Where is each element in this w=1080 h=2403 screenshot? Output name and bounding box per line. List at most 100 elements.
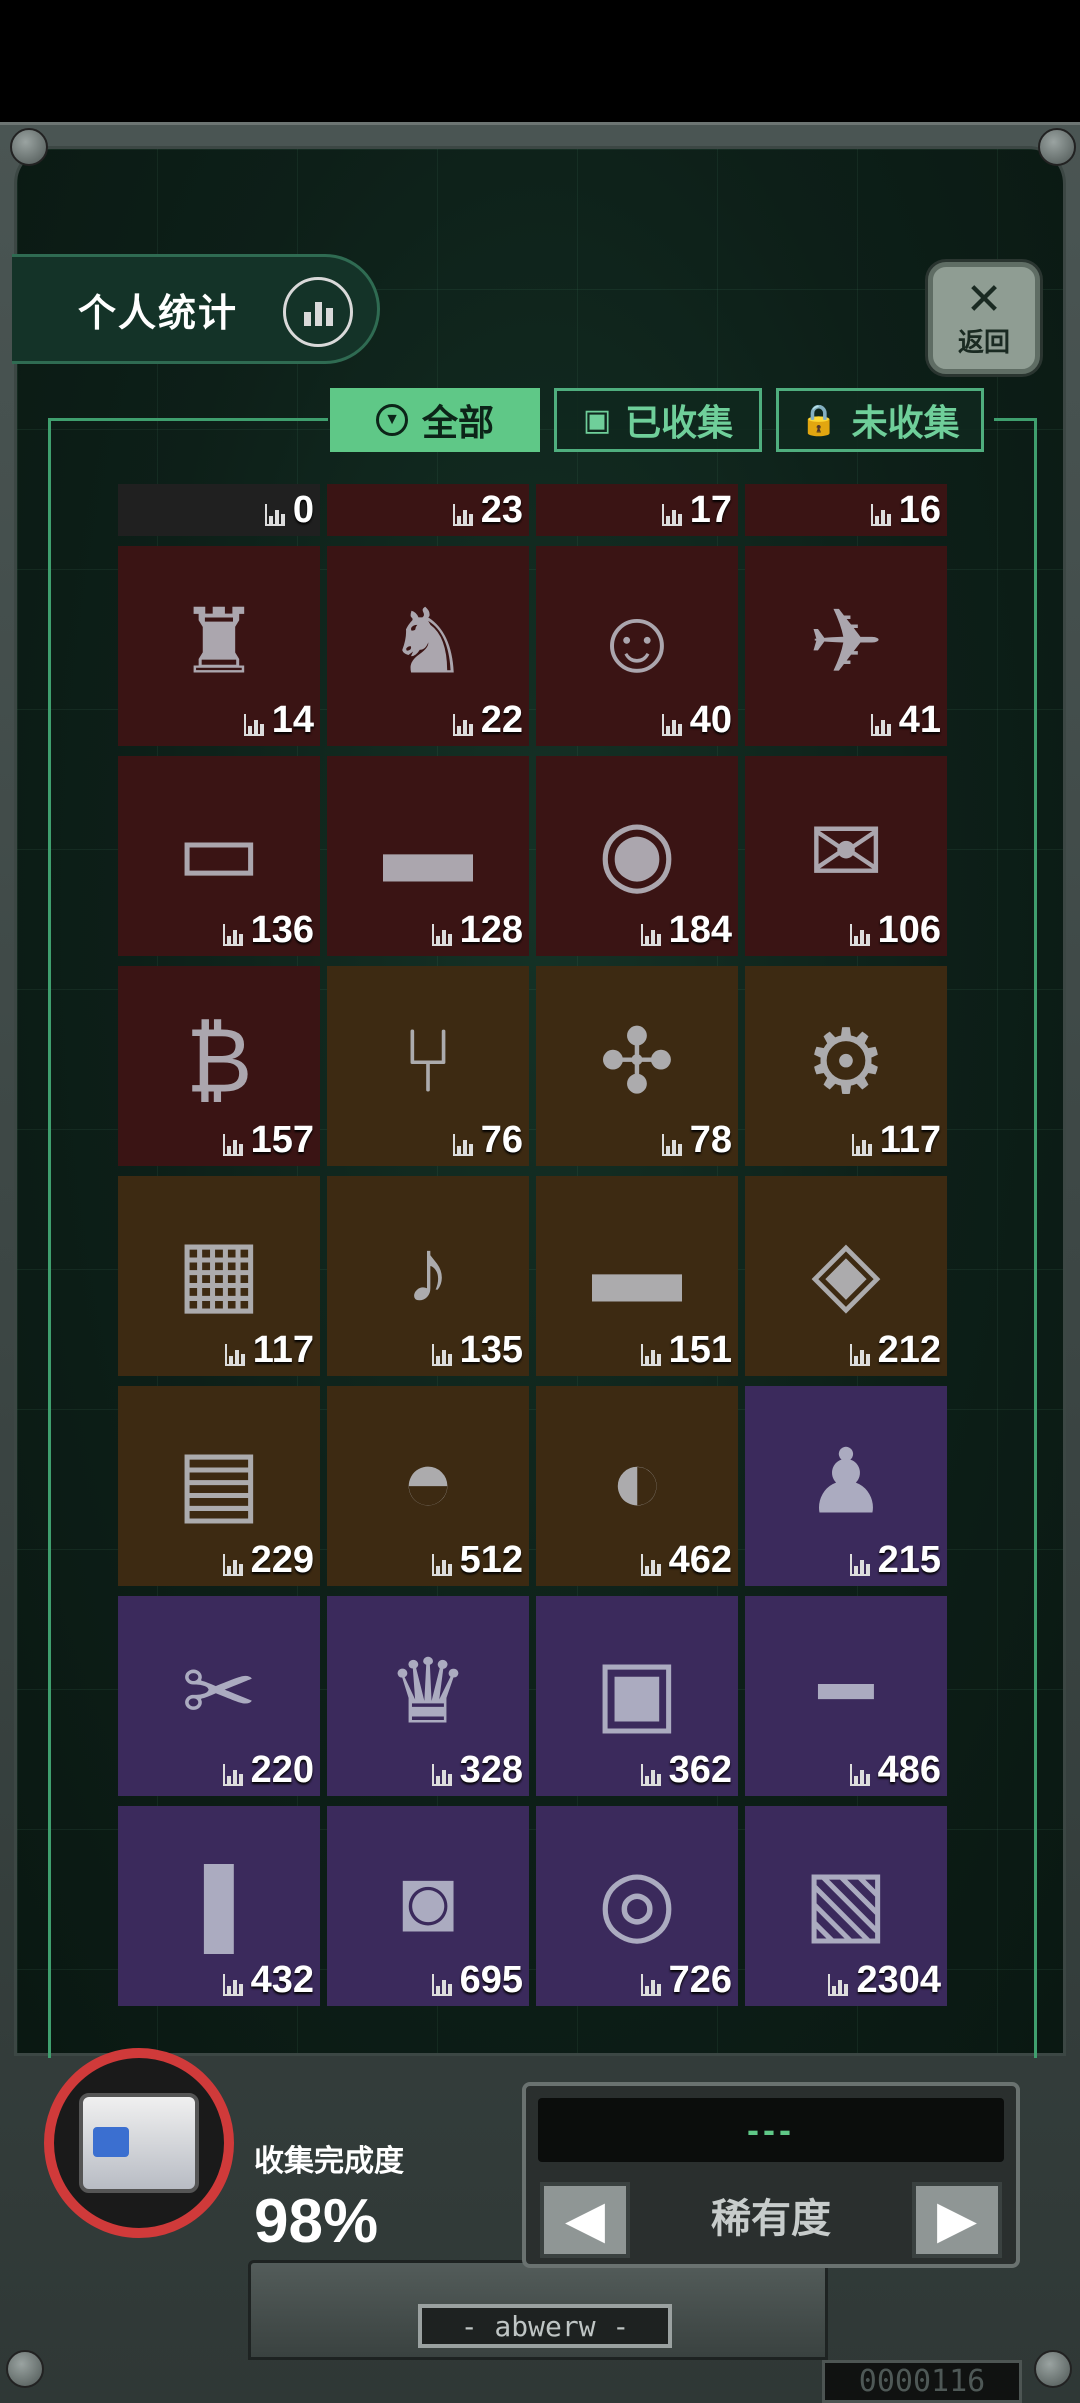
item-count: 135 [431,1329,523,1372]
item-image: ◐ [609,1431,665,1532]
item-count: 695 [431,1959,523,2002]
item-image: ▬ [383,801,473,902]
collection-item[interactable]: ▬ 151 [536,1176,738,1376]
collection-item[interactable]: ❚ 432 [118,1806,320,2006]
chest-icon [79,2093,199,2193]
item-count-value: 41 [898,699,941,741]
item-image: ▭ [176,802,262,903]
rarity-next-button[interactable]: ▶ [912,2182,1002,2258]
collection-item[interactable]: ▲17 [536,484,738,536]
item-image: ━ [818,1642,874,1743]
box-icon: ▣ [582,403,612,437]
tab-all-label: 全部 [421,402,494,443]
collection-item[interactable]: ◉ 184 [536,756,738,956]
collection-item[interactable]: ▭ 136 [118,756,320,956]
item-image: ₿ [185,1011,253,1112]
stats-icon [640,924,661,946]
item-count-value: 40 [689,699,732,741]
stats-icon [431,1554,452,1576]
collection-item[interactable]: ♜ 14 [118,546,320,746]
back-button[interactable]: ✕ 返回 [928,262,1040,374]
item-count-value: 184 [668,909,732,951]
panel-border [1034,418,1037,2058]
item-count: 184 [640,909,732,952]
item-count: 128 [431,909,523,952]
collect-value: 98% [254,2187,379,2256]
collection-item[interactable]: ▦ 117 [118,1176,320,1376]
tab-uncollected[interactable]: 🔒 未收集 [776,388,984,452]
item-count: 726 [640,1959,732,2002]
stats-icon [849,924,870,946]
item-count-value: 512 [459,1539,523,1581]
item-image: ▦ [176,1222,262,1323]
stats-icon [452,714,473,736]
collection-item[interactable]: ♪ 135 [327,1176,529,1376]
collection-item[interactable]: ◆ 23 [327,484,529,536]
item-image: ✂ [181,1642,257,1743]
item-count: 117 [224,1329,314,1372]
collection-item[interactable]: ✈ 41 [745,546,947,746]
collection-item[interactable]: ■0 [118,484,320,536]
collection-item[interactable]: ✂ 220 [118,1596,320,1796]
item-image: ◈ [811,1222,881,1323]
collection-item[interactable]: ♛ 328 [327,1596,529,1796]
collection-item[interactable]: ✉ 106 [745,756,947,956]
item-count: 2304 [828,1959,941,2002]
item-count-value: 135 [459,1329,523,1371]
rarity-selector: --- ◀ 稀有度 ▶ [522,2082,1020,2268]
rarity-display: --- [538,2098,1004,2162]
collection-item[interactable]: ♞ 22 [327,546,529,746]
item-count-value: 695 [459,1959,523,2001]
item-image: ▣ [594,1642,680,1743]
collection-item[interactable]: ▣ 362 [536,1596,738,1796]
stats-icon [431,1974,452,1996]
item-count-value: 220 [250,1749,314,1791]
personal-stats-button[interactable]: 个人统计 [12,254,380,364]
item-count-value: 362 [668,1749,732,1791]
screw-icon [1034,2350,1072,2388]
collection-item[interactable]: ◓ 512 [327,1386,529,1586]
collection-item[interactable]: ━ 486 [745,1596,947,1796]
item-count: 462 [640,1539,732,1582]
tab-collected-label: 已收集 [625,402,734,443]
collection-item[interactable]: ♟ 215 [745,1386,947,1586]
tab-collected[interactable]: ▣ 已收集 [554,388,762,452]
filter-tabs: ▼ 全部 ▣ 已收集 🔒 未收集 [330,388,984,454]
tab-all[interactable]: ▼ 全部 [330,388,540,452]
item-count: 136 [222,909,314,952]
collection-item[interactable]: ⑂ 76 [327,966,529,1166]
item-count-value: 78 [689,1119,732,1161]
item-count-value: 117 [879,1119,941,1161]
collection-item[interactable]: ◐ 462 [536,1386,738,1586]
collection-item[interactable]: ▬ 128 [327,756,529,956]
item-count-value: 136 [250,909,314,951]
screw-icon [10,128,48,166]
collection-item[interactable]: ◈ 212 [745,1176,947,1376]
item-count-value: 215 [877,1539,941,1581]
item-image: ✣ [599,1012,675,1113]
item-image: ♜ [178,592,260,693]
collection-item[interactable]: ◎ 726 [536,1806,738,2006]
item-image: ☺ [591,591,683,692]
item-image: ▤ [176,1432,262,1533]
stats-label: 个人统计 [78,292,239,335]
item-count: 23 [452,489,523,532]
item-count-value: 16 [898,489,941,531]
collection-item[interactable]: ▤ 229 [118,1386,320,1586]
collection-item[interactable]: ☺ 40 [536,546,738,746]
collection-item[interactable]: ●16 [745,484,947,536]
stats-icon [431,1344,452,1366]
collection-item[interactable]: ✣ 78 [536,966,738,1166]
item-count-value: 0 [292,489,314,531]
item-count-value: 76 [480,1119,523,1161]
item-count: 22 [452,699,523,742]
collection-grid[interactable]: ■0 ◆ 23 ▲17●16 ♜ 14 ♞ 22 ☺40 ✈ 41 ▭ 136 ▬ 128 ◉ 184 ✉ 106 ₿… [118,484,952,2044]
stats-icon [849,1764,870,1786]
stats-icon [222,1764,243,1786]
collection-item[interactable]: ₿ 157 [118,966,320,1166]
item-count: 220 [222,1749,314,1792]
collection-item[interactable]: ▧ 2304 [745,1806,947,2006]
collection-item[interactable]: ⚙ 117 [745,966,947,1166]
collection-item[interactable]: ◙ 695 [327,1806,529,2006]
stats-icon [264,504,285,526]
